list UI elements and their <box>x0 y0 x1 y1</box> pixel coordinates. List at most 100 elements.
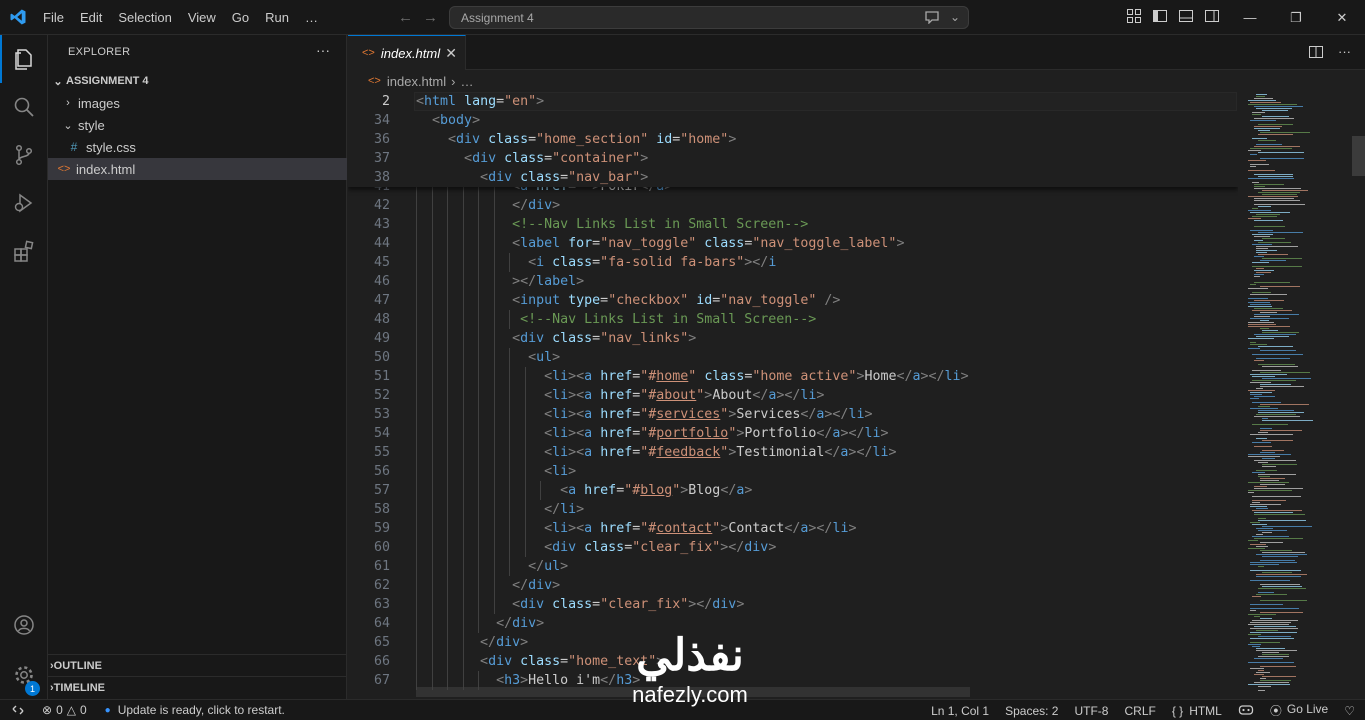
code-editor[interactable]: 2 <html lang="en"> 34 <body> 36 <div class=… <box>348 92 1238 699</box>
tab-index-html[interactable]: <> index.html ✕ <box>348 35 466 70</box>
minimap-line <box>1260 452 1275 453</box>
line-number: 43 <box>373 217 390 232</box>
code-line[interactable]: 57 <a href="#blog">Blog</a> <box>348 481 1238 500</box>
run-and-debug-icon[interactable] <box>0 179 48 227</box>
command-center-search[interactable]: Assignment 4 ⌄ <box>449 6 969 29</box>
code-line[interactable]: 55 <li><a href="#feedback">Testimonial</… <box>348 443 1238 462</box>
code-line[interactable]: 58 </li> <box>348 500 1238 519</box>
minimap-line <box>1258 130 1270 131</box>
toggle-secondary-sidebar-icon[interactable] <box>1204 8 1220 24</box>
customize-layout-icon[interactable] <box>1126 8 1142 24</box>
minimap-line <box>1248 624 1289 625</box>
notifications-bell-icon[interactable]: ♡ <box>1344 704 1355 718</box>
tree-item-style-css[interactable]: # style.css <box>48 136 347 158</box>
go-live-button[interactable]: ⦿ Go Live <box>1270 702 1328 719</box>
accounts-icon[interactable] <box>0 601 48 649</box>
encoding[interactable]: UTF-8 <box>1074 704 1108 718</box>
close-icon[interactable]: ✕ <box>445 45 457 62</box>
toggle-panel-icon[interactable] <box>1178 8 1194 24</box>
code-line[interactable]: 34 <body> <box>348 111 1238 130</box>
minimap-line <box>1258 636 1291 637</box>
editor-tabs: <> index.html ✕ ··· <box>348 35 1365 70</box>
status-bar: ⊗ 0 △ 0 ● Update is ready, click to rest… <box>0 699 1365 720</box>
copilot-chat-icon[interactable] <box>924 10 940 27</box>
code-line[interactable]: 56 <li> <box>348 462 1238 481</box>
more-actions-icon[interactable]: ··· <box>1338 44 1351 63</box>
line-number: 56 <box>373 464 390 479</box>
vertical-scrollbar-thumb[interactable] <box>1352 136 1365 176</box>
code-line[interactable]: 63 <div class="clear_fix"></div> <box>348 595 1238 614</box>
line-ending[interactable]: CRLF <box>1124 704 1155 718</box>
code-line[interactable]: 50 <ul> <box>348 348 1238 367</box>
code-line[interactable]: 45 <i class="fa-solid fa-bars"></i <box>348 253 1238 272</box>
toggle-primary-sidebar-icon[interactable] <box>1152 8 1168 24</box>
minimap-line <box>1256 594 1287 595</box>
code-line[interactable]: 44 <label for="nav_toggle" class="nav_to… <box>348 234 1238 253</box>
minimap-line <box>1258 406 1270 407</box>
code-line[interactable]: 59 <li><a href="#contact">Contact</a></l… <box>348 519 1238 538</box>
minimap[interactable] <box>1238 92 1352 699</box>
code-line[interactable]: 54 <li><a href="#portfolio">Portfolio</a… <box>348 424 1238 443</box>
code-line[interactable]: 48 <!--Nav Links List in Small Screen--> <box>348 310 1238 329</box>
menu-go[interactable]: Go <box>224 0 257 35</box>
vertical-scrollbar[interactable] <box>1352 92 1365 699</box>
breadcrumb-symbol[interactable]: … <box>460 74 473 89</box>
settings-gear-icon[interactable]: 1 <box>0 651 48 699</box>
explorer-icon[interactable] <box>0 35 48 83</box>
code-line[interactable]: 36 <div class="home_section" id="home"> <box>348 130 1238 149</box>
code-line[interactable]: 66 <div class="home_text"> <box>348 652 1238 671</box>
code-line[interactable]: 49 <div class="nav_links"> <box>348 329 1238 348</box>
source-control-icon[interactable] <box>0 131 48 179</box>
restore-icon[interactable]: ❐ <box>1273 0 1319 35</box>
minimize-icon[interactable]: — <box>1227 0 1273 35</box>
horizontal-scrollbar-thumb[interactable] <box>416 687 970 697</box>
copilot-icon[interactable] <box>1238 703 1254 719</box>
code-line[interactable]: 64 </div> <box>348 614 1238 633</box>
code-line[interactable]: 46 ></label> <box>348 272 1238 291</box>
problems-indicator[interactable]: ⊗ 0 △ 0 <box>42 703 87 717</box>
close-window-icon[interactable]: ✕ <box>1319 0 1365 35</box>
update-notice[interactable]: ● Update is ready, click to restart. <box>105 703 285 717</box>
more-actions-icon[interactable]: ··· <box>316 42 330 58</box>
tree-item-style[interactable]: ⌄ style <box>48 114 347 136</box>
code-line[interactable]: 51 <li><a href="#home" class="home activ… <box>348 367 1238 386</box>
code-line[interactable]: 60 <div class="clear_fix"></div> <box>348 538 1238 557</box>
chevron-down-icon[interactable]: ⌄ <box>950 10 960 27</box>
code-line[interactable]: 52 <li><a href="#about">About</a></li> <box>348 386 1238 405</box>
remote-icon[interactable] <box>0 700 36 720</box>
update-badge: 1 <box>25 681 40 696</box>
menu-bar: File Edit Selection View Go Run … <box>35 0 326 35</box>
tree-item-images[interactable]: › images <box>48 92 347 114</box>
code-line[interactable]: 42 </div> <box>348 196 1238 215</box>
workspace-folder[interactable]: ⌄ ASSIGNMENT 4 <box>48 70 347 92</box>
arrow-left-icon[interactable]: ← <box>398 9 413 26</box>
minimap-line <box>1248 492 1254 493</box>
code-line[interactable]: 43 <!--Nav Links List in Small Screen--> <box>348 215 1238 234</box>
menu-more[interactable]: … <box>297 0 326 35</box>
code-line[interactable]: 47 <input type="checkbox" id="nav_toggle… <box>348 291 1238 310</box>
menu-run[interactable]: Run <box>257 0 297 35</box>
menu-selection[interactable]: Selection <box>110 0 179 35</box>
indentation[interactable]: Spaces: 2 <box>1005 704 1058 718</box>
timeline-section[interactable]: › TIMELINE <box>48 676 347 698</box>
code-line[interactable]: 62 </div> <box>348 576 1238 595</box>
tree-item-index-html[interactable]: <> index.html <box>48 158 347 180</box>
extensions-icon[interactable] <box>0 227 48 275</box>
language-mode[interactable]: { } HTML <box>1172 704 1222 718</box>
code-line[interactable]: 65 </div> <box>348 633 1238 652</box>
outline-section[interactable]: › OUTLINE <box>48 654 347 676</box>
breadcrumb-file[interactable]: index.html <box>387 74 446 89</box>
arrow-right-icon[interactable]: → <box>423 9 438 26</box>
menu-edit[interactable]: Edit <box>72 0 110 35</box>
split-editor-icon[interactable] <box>1308 44 1324 63</box>
menu-view[interactable]: View <box>180 0 224 35</box>
code-line[interactable]: 61 </ul> <box>348 557 1238 576</box>
code-line[interactable]: 37 <div class="container"> <box>348 149 1238 168</box>
code-line[interactable]: 38 <div class="nav_bar"> <box>348 168 1238 187</box>
code-line[interactable]: 2 <html lang="en"> <box>348 92 1238 111</box>
sticky-scroll[interactable]: 2 <html lang="en"> 34 <body> 36 <div class=… <box>348 92 1238 187</box>
menu-file[interactable]: File <box>35 0 72 35</box>
code-line[interactable]: 53 <li><a href="#services">Services</a><… <box>348 405 1238 424</box>
cursor-position[interactable]: Ln 1, Col 1 <box>931 704 989 718</box>
search-icon[interactable] <box>0 83 48 131</box>
